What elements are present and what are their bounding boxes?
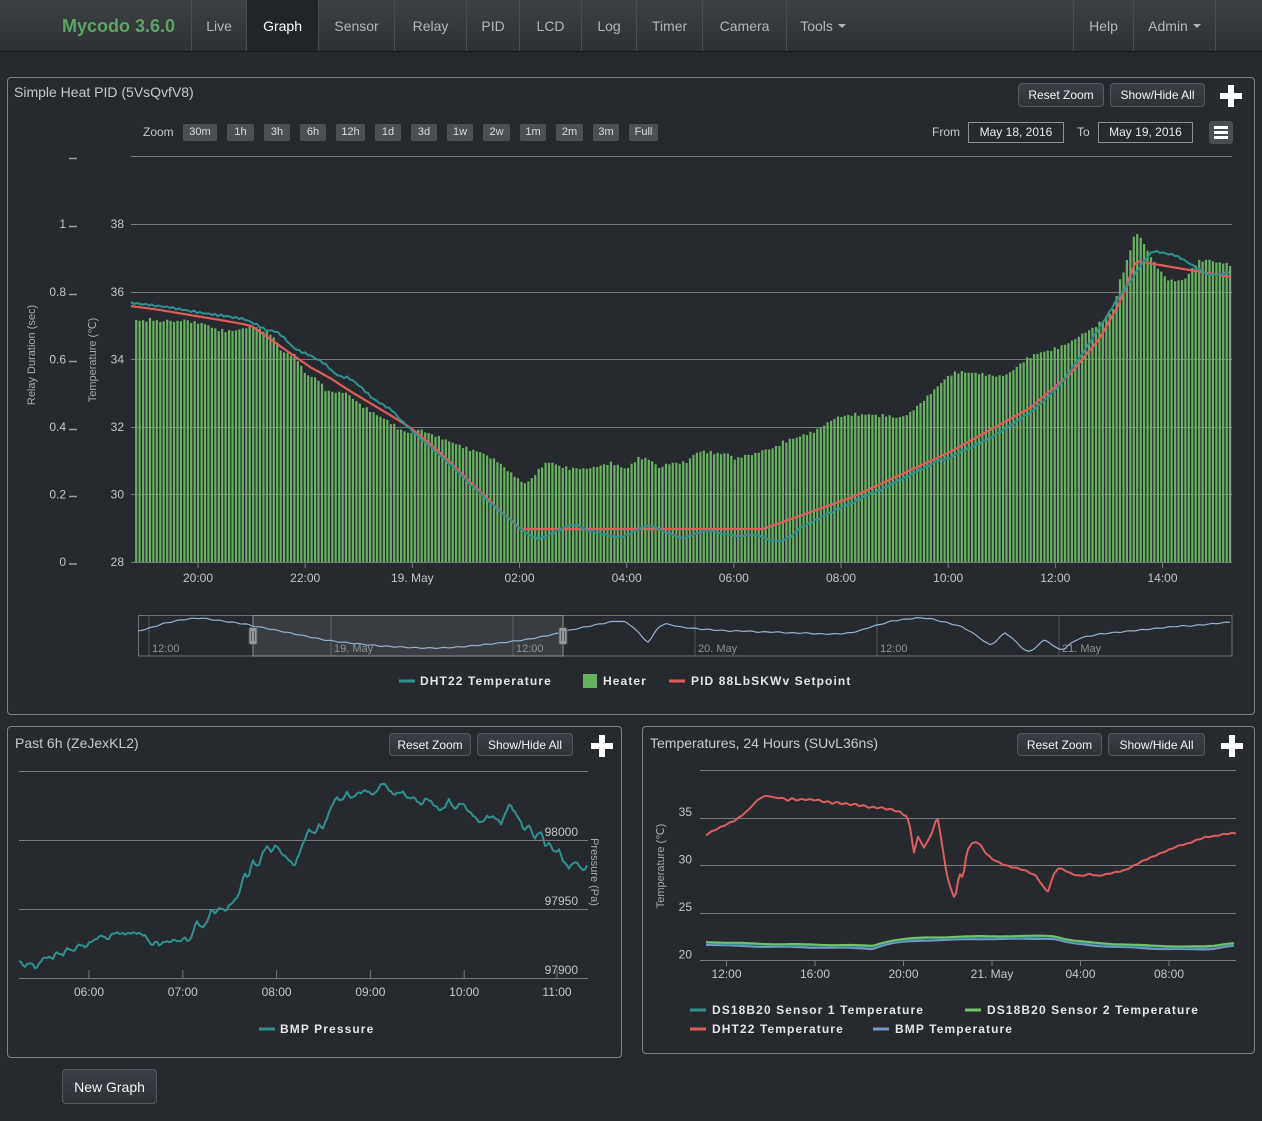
svg-text:Temperature (℃): Temperature (℃) <box>87 318 99 403</box>
svg-text:Temperature (℃): Temperature (℃) <box>655 824 667 909</box>
svg-text:0.8: 0.8 <box>49 285 66 299</box>
svg-text:34: 34 <box>111 353 125 367</box>
svg-text:06:00: 06:00 <box>74 985 104 999</box>
svg-text:21. May: 21. May <box>971 967 1014 981</box>
svg-text:DS18B20 Sensor 2 Temperature: DS18B20 Sensor 2 Temperature <box>987 1003 1199 1017</box>
svg-text:19. May: 19. May <box>391 571 434 585</box>
svg-text:10:00: 10:00 <box>933 571 963 585</box>
svg-text:16:00: 16:00 <box>800 967 830 981</box>
svg-text:14:00: 14:00 <box>1147 571 1177 585</box>
svg-text:20:00: 20:00 <box>888 967 918 981</box>
svg-text:32: 32 <box>111 420 125 434</box>
svg-text:20:00: 20:00 <box>183 571 213 585</box>
svg-text:BMP Pressure: BMP Pressure <box>280 1022 374 1036</box>
svg-text:97900: 97900 <box>545 963 579 977</box>
svg-text:Pressure (Pa): Pressure (Pa) <box>588 838 600 906</box>
svg-text:20. May: 20. May <box>698 643 738 655</box>
svg-text:98000: 98000 <box>545 825 579 839</box>
svg-text:DS18B20 Sensor 1 Temperature: DS18B20 Sensor 1 Temperature <box>712 1003 924 1017</box>
svg-text:19. May: 19. May <box>334 643 374 655</box>
svg-text:Heater: Heater <box>603 674 647 688</box>
svg-text:06:00: 06:00 <box>719 571 749 585</box>
svg-text:PID 88LbSKWv Setpoint: PID 88LbSKWv Setpoint <box>691 674 851 688</box>
svg-text:09:00: 09:00 <box>355 985 385 999</box>
svg-text:25: 25 <box>679 900 693 914</box>
svg-text:08:00: 08:00 <box>262 985 292 999</box>
svg-text:12:00: 12:00 <box>152 643 180 655</box>
svg-text:20: 20 <box>679 948 693 962</box>
svg-text:21. May: 21. May <box>1062 643 1102 655</box>
svg-text:12:00: 12:00 <box>711 967 741 981</box>
svg-text:11:00: 11:00 <box>542 985 571 999</box>
svg-text:DHT22 Temperature: DHT22 Temperature <box>712 1022 844 1036</box>
svg-text:1: 1 <box>59 217 66 231</box>
svg-text:08:00: 08:00 <box>826 571 856 585</box>
svg-text:02:00: 02:00 <box>504 571 534 585</box>
svg-text:04:00: 04:00 <box>612 571 642 585</box>
svg-text:36: 36 <box>111 285 125 299</box>
svg-text:38: 38 <box>111 217 125 231</box>
svg-text:DHT22 Temperature: DHT22 Temperature <box>420 674 552 688</box>
svg-text:0: 0 <box>59 555 66 569</box>
svg-text:12:00: 12:00 <box>516 643 544 655</box>
svg-text:07:00: 07:00 <box>168 985 198 999</box>
svg-text:0.4: 0.4 <box>49 420 66 434</box>
svg-text:28: 28 <box>111 555 125 569</box>
svg-text:BMP Temperature: BMP Temperature <box>895 1022 1013 1036</box>
svg-text:0.6: 0.6 <box>49 353 66 367</box>
svg-text:12:00: 12:00 <box>1040 571 1070 585</box>
svg-text:30: 30 <box>111 488 125 502</box>
svg-text:08:00: 08:00 <box>1154 967 1184 981</box>
svg-text:Relay Duration (sec): Relay Duration (sec) <box>26 305 38 405</box>
svg-text:35: 35 <box>679 805 693 819</box>
svg-text:12:00: 12:00 <box>880 643 908 655</box>
svg-text:04:00: 04:00 <box>1065 967 1095 981</box>
svg-text:30: 30 <box>679 853 693 867</box>
svg-text:0.2: 0.2 <box>49 488 66 502</box>
svg-text:10:00: 10:00 <box>449 985 479 999</box>
svg-text:22:00: 22:00 <box>290 571 320 585</box>
svg-text:97950: 97950 <box>545 894 579 908</box>
